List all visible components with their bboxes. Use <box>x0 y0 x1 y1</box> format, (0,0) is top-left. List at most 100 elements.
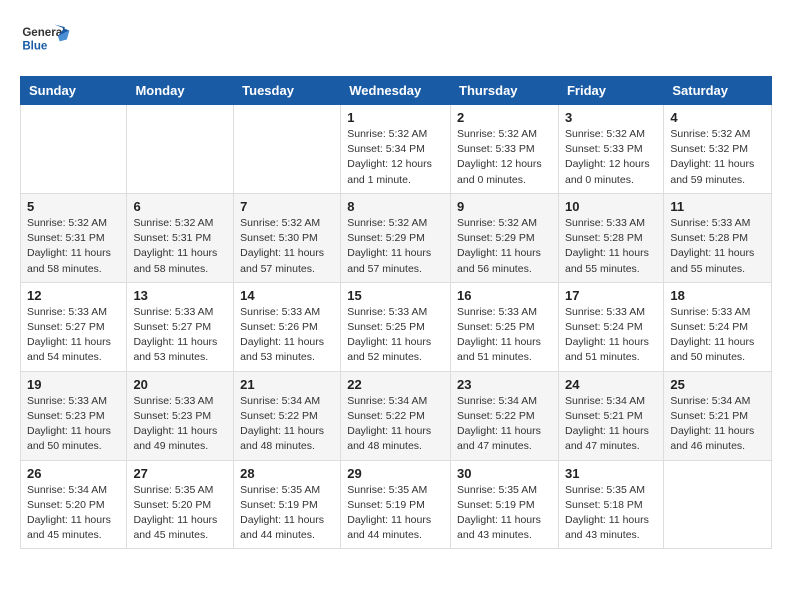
day-cell: 13 Sunrise: 5:33 AM Sunset: 5:27 PM Dayli… <box>127 282 234 371</box>
day-cell: 31Sunrise: 5:35 AM Sunset: 5:18 PM Dayli… <box>558 460 663 549</box>
day-info: Sunrise: 5:33 AM Sunset: 5:28 PM Dayligh… <box>670 216 765 277</box>
day-info: Sunrise: 5:35 AM Sunset: 5:19 PM Dayligh… <box>457 483 552 544</box>
day-info: Sunrise: 5:35 AM Sunset: 5:19 PM Dayligh… <box>347 483 444 544</box>
logo-icon: General Blue <box>20 20 70 60</box>
day-cell: 17 Sunrise: 5:33 AM Sunset: 5:24 PM Dayli… <box>558 282 663 371</box>
day-cell: 30 Sunrise: 5:35 AM Sunset: 5:19 PM Dayli… <box>451 460 559 549</box>
day-info: Sunrise: 5:34 AM Sunset: 5:22 PM Dayligh… <box>347 394 444 455</box>
day-cell: 18 Sunrise: 5:33 AM Sunset: 5:24 PM Dayli… <box>664 282 772 371</box>
day-number: 15 <box>347 288 444 303</box>
day-number: 21 <box>240 377 334 392</box>
day-cell: 21 Sunrise: 5:34 AM Sunset: 5:22 PM Dayli… <box>234 371 341 460</box>
day-cell: 22Sunrise: 5:34 AM Sunset: 5:22 PM Dayli… <box>341 371 451 460</box>
day-number: 27 <box>133 466 227 481</box>
day-cell: 25 Sunrise: 5:34 AM Sunset: 5:21 PM Dayli… <box>664 371 772 460</box>
day-info: Sunrise: 5:34 AM Sunset: 5:20 PM Dayligh… <box>27 483 120 544</box>
day-info: Sunrise: 5:35 AM Sunset: 5:19 PM Dayligh… <box>240 483 334 544</box>
week-row-3: 12 Sunrise: 5:33 AM Sunset: 5:27 PM Dayli… <box>21 282 772 371</box>
day-cell: 29 Sunrise: 5:35 AM Sunset: 5:19 PM Dayli… <box>341 460 451 549</box>
day-cell: 15Sunrise: 5:33 AM Sunset: 5:25 PM Dayli… <box>341 282 451 371</box>
day-cell: 9 Sunrise: 5:32 AM Sunset: 5:29 PM Daylig… <box>451 193 559 282</box>
day-number: 1 <box>347 110 444 125</box>
day-info: Sunrise: 5:32 AM Sunset: 5:34 PM Dayligh… <box>347 127 444 188</box>
day-cell: 26 Sunrise: 5:34 AM Sunset: 5:20 PM Dayli… <box>21 460 127 549</box>
day-info: Sunrise: 5:33 AM Sunset: 5:25 PM Dayligh… <box>457 305 552 366</box>
logo: General Blue <box>20 20 70 60</box>
day-number: 11 <box>670 199 765 214</box>
day-info: Sunrise: 5:32 AM Sunset: 5:33 PM Dayligh… <box>457 127 552 188</box>
day-cell: 11 Sunrise: 5:33 AM Sunset: 5:28 PM Dayli… <box>664 193 772 282</box>
day-info: Sunrise: 5:32 AM Sunset: 5:31 PM Dayligh… <box>27 216 120 277</box>
week-row-4: 19 Sunrise: 5:33 AM Sunset: 5:23 PM Dayli… <box>21 371 772 460</box>
day-cell: 2Sunrise: 5:32 AM Sunset: 5:33 PM Daylig… <box>451 105 559 194</box>
day-number: 13 <box>133 288 227 303</box>
weekday-header-wednesday: Wednesday <box>341 77 451 105</box>
week-row-2: 5 Sunrise: 5:32 AM Sunset: 5:31 PM Daylig… <box>21 193 772 282</box>
day-number: 28 <box>240 466 334 481</box>
day-info: Sunrise: 5:33 AM Sunset: 5:24 PM Dayligh… <box>670 305 765 366</box>
weekday-header-thursday: Thursday <box>451 77 559 105</box>
day-cell: 3Sunrise: 5:32 AM Sunset: 5:33 PM Daylig… <box>558 105 663 194</box>
day-info: Sunrise: 5:32 AM Sunset: 5:33 PM Dayligh… <box>565 127 657 188</box>
day-number: 12 <box>27 288 120 303</box>
day-cell: 19 Sunrise: 5:33 AM Sunset: 5:23 PM Dayli… <box>21 371 127 460</box>
weekday-header-monday: Monday <box>127 77 234 105</box>
day-number: 5 <box>27 199 120 214</box>
day-info: Sunrise: 5:32 AM Sunset: 5:29 PM Dayligh… <box>457 216 552 277</box>
day-info: Sunrise: 5:32 AM Sunset: 5:31 PM Dayligh… <box>133 216 227 277</box>
day-info: Sunrise: 5:34 AM Sunset: 5:22 PM Dayligh… <box>240 394 334 455</box>
weekday-header-tuesday: Tuesday <box>234 77 341 105</box>
day-number: 8 <box>347 199 444 214</box>
day-number: 24 <box>565 377 657 392</box>
day-info: Sunrise: 5:33 AM Sunset: 5:23 PM Dayligh… <box>133 394 227 455</box>
day-number: 17 <box>565 288 657 303</box>
day-cell: 6Sunrise: 5:32 AM Sunset: 5:31 PM Daylig… <box>127 193 234 282</box>
day-cell <box>664 460 772 549</box>
day-info: Sunrise: 5:33 AM Sunset: 5:27 PM Dayligh… <box>27 305 120 366</box>
week-row-1: 1 Sunrise: 5:32 AM Sunset: 5:34 PM Daylig… <box>21 105 772 194</box>
day-cell: 12 Sunrise: 5:33 AM Sunset: 5:27 PM Dayli… <box>21 282 127 371</box>
day-number: 9 <box>457 199 552 214</box>
day-cell: 20 Sunrise: 5:33 AM Sunset: 5:23 PM Dayli… <box>127 371 234 460</box>
day-number: 30 <box>457 466 552 481</box>
day-info: Sunrise: 5:32 AM Sunset: 5:29 PM Dayligh… <box>347 216 444 277</box>
day-number: 23 <box>457 377 552 392</box>
day-cell: 7 Sunrise: 5:32 AM Sunset: 5:30 PM Daylig… <box>234 193 341 282</box>
day-info: Sunrise: 5:33 AM Sunset: 5:23 PM Dayligh… <box>27 394 120 455</box>
day-number: 19 <box>27 377 120 392</box>
day-info: Sunrise: 5:32 AM Sunset: 5:32 PM Dayligh… <box>670 127 765 188</box>
day-cell: 10 Sunrise: 5:33 AM Sunset: 5:28 PM Dayli… <box>558 193 663 282</box>
day-cell: 27 Sunrise: 5:35 AM Sunset: 5:20 PM Dayli… <box>127 460 234 549</box>
day-info: Sunrise: 5:34 AM Sunset: 5:22 PM Dayligh… <box>457 394 552 455</box>
day-cell: 28 Sunrise: 5:35 AM Sunset: 5:19 PM Dayli… <box>234 460 341 549</box>
day-number: 26 <box>27 466 120 481</box>
day-cell <box>21 105 127 194</box>
day-number: 31 <box>565 466 657 481</box>
weekday-header-friday: Friday <box>558 77 663 105</box>
day-info: Sunrise: 5:33 AM Sunset: 5:27 PM Dayligh… <box>133 305 227 366</box>
weekday-header-saturday: Saturday <box>664 77 772 105</box>
day-cell <box>234 105 341 194</box>
day-number: 25 <box>670 377 765 392</box>
day-info: Sunrise: 5:32 AM Sunset: 5:30 PM Dayligh… <box>240 216 334 277</box>
day-cell: 1 Sunrise: 5:32 AM Sunset: 5:34 PM Daylig… <box>341 105 451 194</box>
day-info: Sunrise: 5:33 AM Sunset: 5:24 PM Dayligh… <box>565 305 657 366</box>
day-cell <box>127 105 234 194</box>
day-number: 16 <box>457 288 552 303</box>
day-number: 10 <box>565 199 657 214</box>
day-info: Sunrise: 5:34 AM Sunset: 5:21 PM Dayligh… <box>565 394 657 455</box>
day-number: 7 <box>240 199 334 214</box>
day-cell: 14Sunrise: 5:33 AM Sunset: 5:26 PM Dayli… <box>234 282 341 371</box>
day-cell: 16 Sunrise: 5:33 AM Sunset: 5:25 PM Dayli… <box>451 282 559 371</box>
day-cell: 24 Sunrise: 5:34 AM Sunset: 5:21 PM Dayli… <box>558 371 663 460</box>
day-info: Sunrise: 5:33 AM Sunset: 5:28 PM Dayligh… <box>565 216 657 277</box>
calendar-table: SundayMondayTuesdayWednesdayThursdayFrid… <box>20 76 772 549</box>
day-cell: 8 Sunrise: 5:32 AM Sunset: 5:29 PM Daylig… <box>341 193 451 282</box>
week-row-5: 26 Sunrise: 5:34 AM Sunset: 5:20 PM Dayli… <box>21 460 772 549</box>
day-number: 18 <box>670 288 765 303</box>
day-number: 29 <box>347 466 444 481</box>
weekday-header-sunday: Sunday <box>21 77 127 105</box>
day-number: 20 <box>133 377 227 392</box>
day-info: Sunrise: 5:34 AM Sunset: 5:21 PM Dayligh… <box>670 394 765 455</box>
day-info: Sunrise: 5:35 AM Sunset: 5:20 PM Dayligh… <box>133 483 227 544</box>
